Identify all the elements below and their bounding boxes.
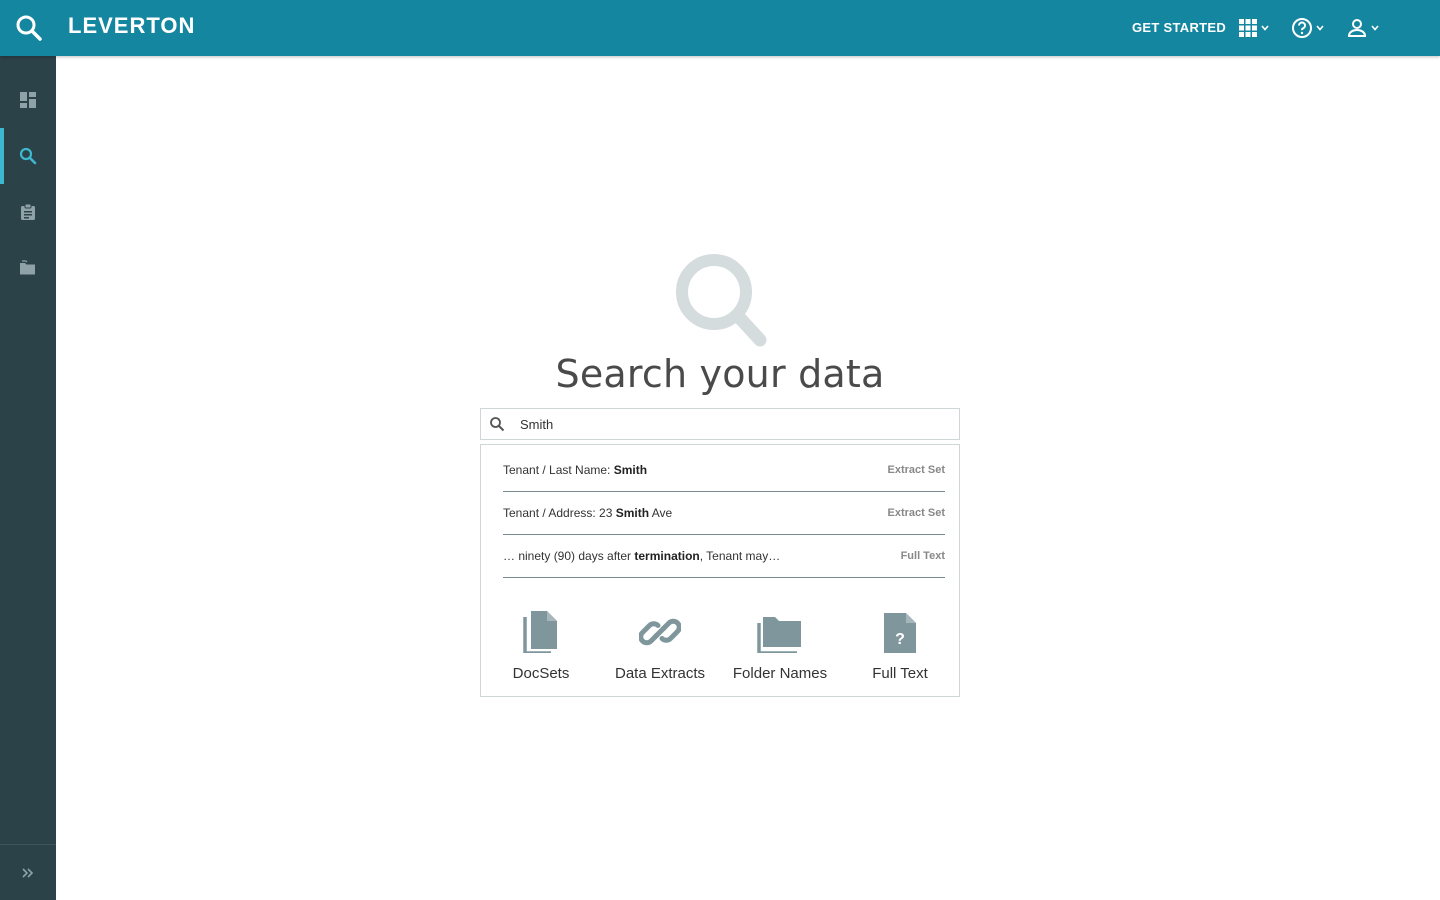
sidebar: [0, 56, 56, 900]
suggestion-type: Extract Set: [887, 463, 945, 476]
document-icon: [523, 611, 557, 653]
chevron-down-icon: [1261, 25, 1269, 31]
apps-grid-icon: [1239, 19, 1257, 37]
search-icon: [490, 417, 505, 432]
link-icon: [639, 618, 681, 646]
suggestion-type: Extract Set: [887, 506, 945, 519]
svg-text:?: ?: [895, 631, 905, 648]
category-full-text[interactable]: ? Full Text: [840, 609, 960, 682]
suggestion-text: Tenant / Last Name: Smith: [503, 462, 648, 477]
category-label: Folder Names: [732, 665, 828, 682]
suggestion-item[interactable]: … ninety (90) days after termination, Te…: [503, 534, 945, 578]
apps-menu-button[interactable]: [1238, 14, 1270, 42]
user-icon: [1347, 19, 1367, 37]
search-suggestions: Tenant / Last Name: Smith Extract Set Te…: [480, 444, 960, 697]
sidebar-item-search[interactable]: [0, 128, 56, 184]
search-categories: DocSets Data Extracts Folder Names ? Ful…: [481, 609, 959, 689]
category-label: DocSets: [512, 665, 570, 682]
category-label: Data Extracts: [614, 665, 706, 682]
suggestion-text: … ninety (90) days after termination, Te…: [503, 548, 781, 563]
sidebar-expand-button[interactable]: [0, 844, 56, 900]
get-started-link[interactable]: GET STARTED: [1132, 20, 1226, 35]
top-bar: LEVERTON GET STARTED: [0, 0, 1440, 56]
search-field[interactable]: [480, 408, 960, 440]
sidebar-item-dashboard[interactable]: [0, 72, 56, 128]
category-label: Full Text: [872, 665, 928, 682]
folder-icon: [757, 617, 801, 653]
help-menu-button[interactable]: [1291, 14, 1325, 42]
search-hero-icon: [672, 252, 772, 348]
suggestion-type: Full Text: [900, 549, 945, 562]
search-input[interactable]: [520, 416, 940, 432]
sidebar-item-clipboard[interactable]: [0, 184, 56, 240]
folders-icon: [20, 260, 35, 275]
help-circle-icon: [1292, 18, 1312, 38]
page-title: Search your data: [555, 352, 885, 396]
sidebar-item-folders[interactable]: [0, 240, 56, 296]
category-data-extracts[interactable]: Data Extracts: [600, 609, 720, 682]
clipboard-icon: [21, 203, 35, 220]
dashboard-icon: [20, 92, 36, 108]
suggestion-text: Tenant / Address: 23 Smith Ave: [503, 505, 673, 520]
search-icon[interactable]: [15, 14, 43, 42]
category-folder-names[interactable]: Folder Names: [720, 609, 840, 682]
suggestion-item[interactable]: Tenant / Last Name: Smith Extract Set: [503, 448, 945, 492]
user-menu-button[interactable]: [1346, 14, 1380, 42]
expand-chevrons-icon: [22, 867, 34, 878]
brand-logo[interactable]: LEVERTON: [68, 13, 195, 39]
category-docsets[interactable]: DocSets: [481, 609, 601, 682]
search-icon: [19, 147, 37, 165]
suggestion-item[interactable]: Tenant / Address: 23 Smith Ave Extract S…: [503, 491, 945, 535]
document-question-icon: ?: [884, 613, 916, 653]
chevron-down-icon: [1371, 25, 1379, 31]
chevron-down-icon: [1316, 25, 1324, 31]
